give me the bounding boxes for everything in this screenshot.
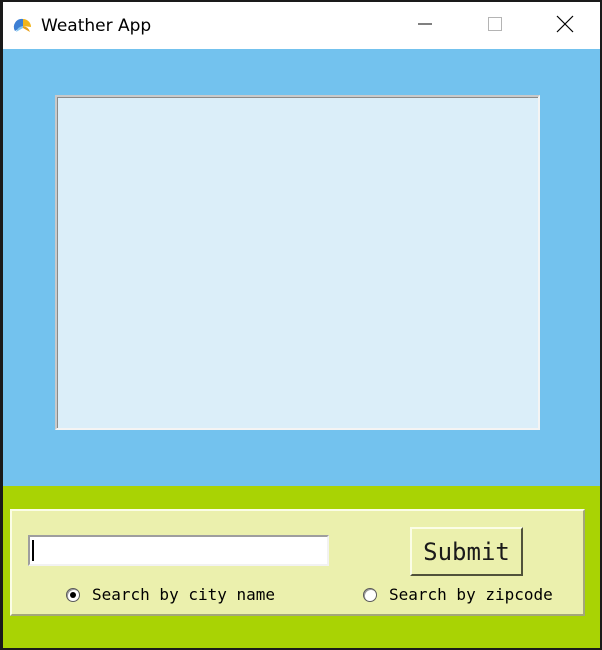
maximize-button[interactable]: [465, 6, 525, 46]
close-icon: [556, 15, 574, 37]
weather-app-icon: [12, 15, 34, 37]
top-panel: [3, 49, 600, 486]
bottom-panel: Submit Search by city name Search by zip…: [3, 486, 600, 648]
close-button[interactable]: [535, 6, 595, 46]
radio-zipcode-label: Search by zipcode: [389, 585, 553, 604]
weather-app-window: Weather App Submit Search by city name S…: [3, 2, 600, 648]
radio-search-by-city[interactable]: Search by city name: [66, 586, 275, 604]
minimize-icon: [417, 16, 433, 36]
window-title: Weather App: [41, 16, 152, 36]
maximize-icon: [487, 16, 503, 36]
text-cursor: [32, 540, 34, 561]
radio-selected-icon[interactable]: [66, 588, 80, 602]
radio-city-label: Search by city name: [92, 585, 276, 604]
radio-unselected-icon[interactable]: [363, 588, 377, 602]
title-bar[interactable]: Weather App: [3, 2, 600, 49]
search-controls-frame: Submit Search by city name Search by zip…: [10, 509, 585, 616]
search-input[interactable]: [28, 535, 329, 566]
radio-search-by-zipcode[interactable]: Search by zipcode: [363, 586, 553, 604]
minimize-button[interactable]: [395, 6, 455, 46]
submit-button[interactable]: Submit: [410, 527, 523, 576]
weather-display-label: [55, 95, 540, 430]
